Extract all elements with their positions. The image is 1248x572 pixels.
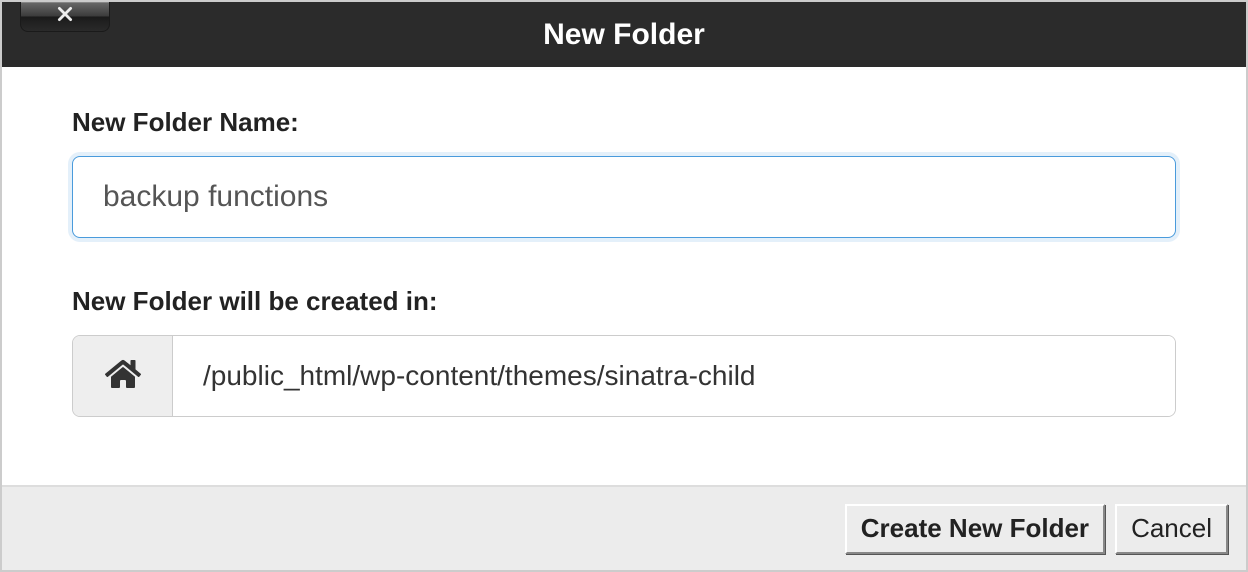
close-icon xyxy=(56,5,74,28)
dialog-footer: Create New Folder Cancel xyxy=(2,485,1246,570)
close-button[interactable] xyxy=(20,2,110,32)
dialog-content: New Folder Name: New Folder will be crea… xyxy=(2,67,1246,447)
dialog-titlebar: New Folder xyxy=(2,2,1246,67)
folder-name-input[interactable] xyxy=(72,156,1176,238)
folder-path-label: New Folder will be created in: xyxy=(72,286,1176,317)
folder-path-group: /public_html/wp-content/themes/sinatra-c… xyxy=(72,335,1176,417)
create-new-folder-button[interactable]: Create New Folder xyxy=(845,504,1105,554)
cancel-button[interactable]: Cancel xyxy=(1115,504,1228,554)
folder-path-value: /public_html/wp-content/themes/sinatra-c… xyxy=(173,336,1175,416)
folder-name-label: New Folder Name: xyxy=(72,107,1176,138)
home-icon-box xyxy=(73,336,173,416)
home-icon xyxy=(105,356,141,397)
dialog-title: New Folder xyxy=(543,18,705,52)
